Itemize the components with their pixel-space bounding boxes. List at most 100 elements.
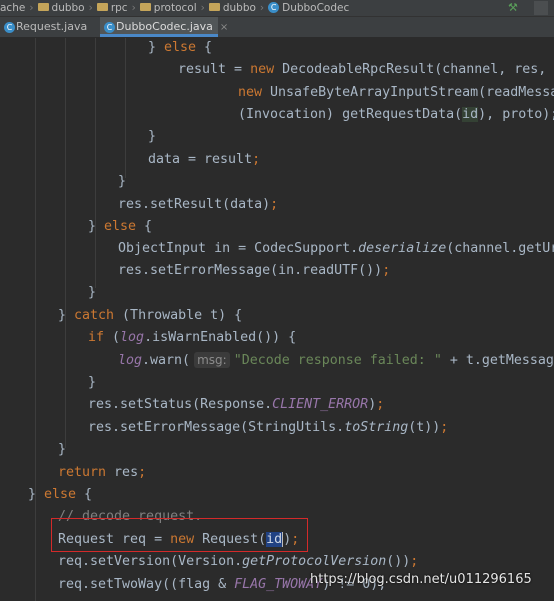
code-line: } else { — [88, 216, 152, 238]
chevron-right-icon: › — [200, 2, 205, 14]
folder-icon — [139, 3, 151, 11]
code-token: + t.getMessage(), t); — [449, 353, 554, 368]
tab-dubbocodec-java[interactable]: C DubboCodec.java × — [100, 17, 228, 37]
code-line: (Invocation) getRequestData(id), proto); — [238, 104, 554, 126]
code-token: res — [106, 465, 139, 480]
breadcrumb-label: dubbo — [51, 2, 85, 14]
code-token: res.setResult(data) — [118, 197, 271, 212]
breadcrumb-item-dubbo[interactable]: dubbo — [37, 0, 85, 16]
chevron-right-icon: › — [29, 2, 34, 14]
code-line: req.setVersion(Version.getProtocolVersio… — [58, 551, 418, 573]
code-token: } — [88, 219, 105, 234]
code-token: req.setVersion(Version. — [58, 554, 243, 569]
code-token: .warn( — [142, 353, 191, 368]
code-line: res.setResult(data); — [118, 194, 278, 216]
indent-guide — [125, 38, 126, 178]
code-token: } — [118, 174, 127, 189]
code-line: } — [148, 126, 156, 148]
code-line: } else { — [148, 38, 212, 59]
code-token: (channel.getUrl(), is, proto); — [446, 241, 554, 256]
code-token: req.setTwoWay((flag & — [58, 577, 235, 592]
code-token: res.setErrorMessage(in.readUTF()) — [118, 263, 383, 278]
keyword-token: else — [104, 219, 137, 234]
keyword-token: new — [250, 62, 275, 77]
keyword-token: new — [238, 85, 263, 100]
hammer-icon[interactable]: ⚒ — [508, 2, 518, 14]
breadcrumb-item-apache[interactable]: ache — [0, 0, 25, 16]
code-token: ( — [104, 330, 121, 345]
semicolon-token: ; — [270, 197, 279, 212]
code-token: { — [76, 487, 93, 502]
code-line: } — [88, 372, 96, 394]
code-token: (Invocation) getRequestData( — [238, 107, 463, 122]
semicolon-token: ; — [440, 420, 449, 435]
breadcrumb-label: dubbo — [222, 2, 256, 14]
semicolon-token: ; — [376, 397, 385, 412]
run-config-dropdown[interactable] — [534, 1, 548, 15]
code-token: UnsafeByteArrayInputStream(readMessageDa… — [270, 85, 554, 100]
watermark: https://blog.csdn.net/u011296165 — [310, 572, 532, 587]
code-line: res.setErrorMessage(in.readUTF()); — [118, 260, 390, 282]
class-icon: C — [104, 22, 115, 33]
folder-icon — [208, 3, 220, 11]
static-method-token: getProtocolVersion — [242, 554, 387, 569]
indent-guide — [65, 38, 66, 448]
tab-label: Request.java — [16, 20, 88, 33]
code-token: res.setStatus(Response. — [88, 397, 273, 412]
tab-label: DubboCodec.java — [116, 20, 213, 33]
keyword-token: catch — [74, 308, 115, 323]
tab-request-java[interactable]: C Request.java — [0, 17, 100, 37]
build-toolbar: ⚒ — [508, 1, 548, 15]
code-line: new UnsafeByteArrayInputStream(readMessa… — [238, 82, 554, 104]
chevron-right-icon: › — [259, 2, 265, 14]
code-line: } — [88, 282, 96, 304]
code-line: } else { — [28, 484, 92, 506]
chevron-right-icon: › — [88, 2, 93, 14]
code-token: } — [148, 129, 157, 144]
indent-guide — [35, 38, 36, 601]
code-line: return res; — [58, 462, 146, 484]
breadcrumb-item-dubbo-pkg[interactable]: dubbo — [208, 0, 256, 16]
breadcrumb-item-rpc[interactable]: rpc — [96, 0, 128, 16]
code-token: ObjectInput in = CodecSupport. — [118, 241, 359, 256]
static-method-token: toString — [344, 420, 409, 435]
code-token: .isWarnEnabled()) { — [144, 330, 297, 345]
code-token: } — [88, 285, 97, 300]
class-icon: C — [268, 1, 280, 13]
code-token: ()) — [386, 554, 411, 569]
code-token: (t)) — [408, 420, 441, 435]
breadcrumb-label: rpc — [110, 2, 128, 14]
code-line: data = result; — [148, 149, 260, 171]
folder-icon — [96, 3, 108, 11]
keyword-token: if — [88, 330, 105, 345]
code-token: res.setErrorMessage(StringUtils. — [88, 420, 345, 435]
code-token: ), proto); — [478, 107, 554, 122]
code-line: } — [58, 439, 66, 461]
code-token: } — [88, 375, 97, 390]
semicolon-token: ; — [410, 554, 419, 569]
semicolon-token: ; — [382, 263, 391, 278]
field-token: log — [118, 353, 143, 368]
field-token: log — [120, 330, 145, 345]
code-line: result = new DecodeableRpcResult(channel… — [178, 59, 546, 81]
code-line: if (log.isWarnEnabled()) { — [88, 327, 296, 349]
breadcrumb-label: protocol — [153, 2, 197, 14]
code-line: res.setStatus(Response.CLIENT_ERROR); — [88, 394, 384, 416]
code-token: data = result — [148, 152, 253, 167]
breadcrumb-item-protocol[interactable]: protocol — [139, 0, 197, 16]
keyword-token: return — [58, 465, 107, 480]
close-icon[interactable]: × — [220, 22, 228, 33]
code-token: DecodeableRpcResult(channel, res, — [274, 62, 547, 77]
code-token: } — [148, 40, 165, 55]
code-token: (Throwable t) { — [114, 308, 243, 323]
class-icon: C — [4, 22, 15, 33]
code-token: { — [196, 40, 213, 55]
keyword-token: else — [44, 487, 77, 502]
constant-token: CLIENT_ERROR — [272, 397, 369, 412]
folder-icon — [37, 3, 49, 11]
code-editor[interactable]: } else { result = new DecodeableRpcResul… — [0, 38, 554, 601]
constant-token: FLAG_TWOWAY — [234, 577, 323, 592]
breadcrumb-item-dubbocodec[interactable]: C DubboCodec — [268, 0, 349, 16]
code-token: } — [58, 308, 75, 323]
chevron-right-icon: › — [131, 2, 136, 14]
